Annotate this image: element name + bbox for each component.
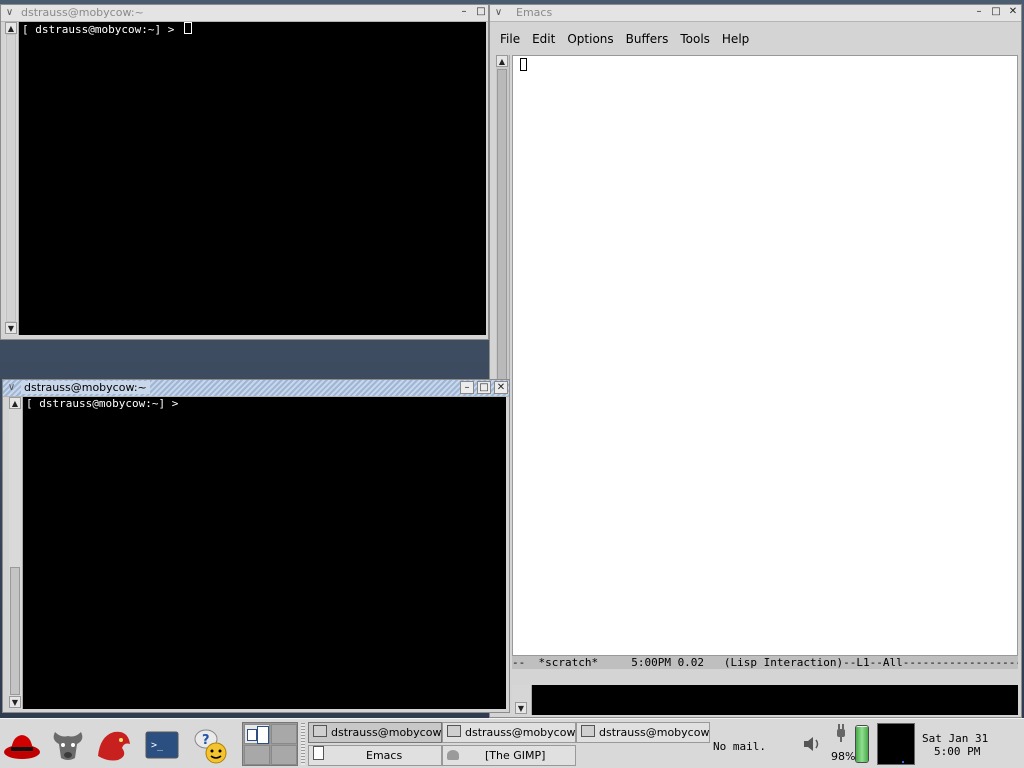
terminal-icon[interactable]: >_ (142, 725, 182, 765)
maximize-icon[interactable]: □ (477, 381, 491, 394)
emacs-menubar: File Edit Options Buffers Tools Help (494, 25, 1017, 53)
redhat-menu-icon[interactable] (2, 725, 42, 765)
emacs-minibuffer[interactable] (532, 685, 1018, 715)
terminal-icon (447, 725, 461, 737)
task-terminal-3[interactable]: dstrauss@mobycow:~ (576, 722, 710, 743)
scroll-thumb[interactable] (6, 34, 16, 322)
maximize-icon[interactable]: □ (474, 6, 488, 19)
power-plug-icon (834, 723, 848, 746)
terminal-icon (313, 725, 327, 737)
window-menu-icon[interactable]: ∨ (5, 381, 18, 394)
task-label: dstrauss@mobycow:~ (331, 726, 442, 739)
help-icon[interactable]: ? (190, 725, 230, 765)
menu-options[interactable]: Options (561, 32, 619, 46)
workspace-1[interactable] (244, 724, 270, 744)
task-terminal-1[interactable]: dstrauss@mobycow:~ (308, 722, 442, 743)
gnome-panel: >_ ? dstrauss@mobycow:~ dstrauss@mobycow… (0, 718, 1024, 768)
volume-icon[interactable] (802, 736, 822, 755)
mail-status[interactable]: No mail. (713, 740, 766, 753)
tasklist-handle[interactable] (301, 723, 305, 765)
emacs-window[interactable]: ∨ Emacs – □ ✕ File Edit Options Buffers … (489, 4, 1022, 718)
titlebar[interactable]: ∨ dstrauss@mobycow:~ – □ ✕ (3, 380, 509, 397)
system-monitor[interactable] (877, 723, 915, 765)
minimize-icon[interactable]: – (460, 381, 474, 394)
terminal-prompt: [ dstrauss@mobycow:~] > (22, 23, 181, 36)
emacs-buffer[interactable] (512, 55, 1018, 656)
minimize-icon[interactable]: – (972, 6, 986, 19)
minimize-icon[interactable]: – (457, 6, 471, 19)
scrollbar[interactable]: ▲ ▼ (5, 22, 19, 335)
task-label: dstrauss@mobycow:~ (465, 726, 576, 739)
window-title: dstrauss@mobycow:~ (21, 6, 144, 19)
scroll-up-arrow-icon[interactable]: ▲ (9, 397, 21, 409)
terminal-screen[interactable]: [ dstrauss@mobycow:~] > (23, 397, 506, 709)
close-icon[interactable]: ✕ (1006, 6, 1020, 19)
clock-date[interactable]: Sat Jan 31 (922, 732, 988, 745)
workspace-2[interactable] (271, 724, 297, 744)
scroll-up-arrow-icon[interactable]: ▲ (5, 22, 17, 34)
menu-file[interactable]: File (494, 32, 526, 46)
battery-icon[interactable] (855, 725, 869, 763)
terminal-screen[interactable]: [ dstrauss@mobycow:~] > (19, 22, 486, 335)
mozilla-icon[interactable] (94, 725, 134, 765)
battery-percent: 98% (831, 750, 856, 763)
window-menu-icon[interactable]: ∨ (492, 6, 505, 19)
menu-buffers[interactable]: Buffers (620, 32, 675, 46)
scroll-down-arrow-icon[interactable]: ▼ (515, 702, 527, 714)
gimp-icon (447, 750, 459, 760)
menu-help[interactable]: Help (716, 32, 755, 46)
task-gimp[interactable]: [The GIMP] (442, 745, 576, 766)
terminal-window-top[interactable]: ∨ dstrauss@mobycow:~ – □ ▲ ▼ [ dstrauss@… (0, 4, 489, 340)
workspace-3[interactable] (244, 745, 270, 765)
scroll-up-arrow-icon[interactable]: ▲ (496, 55, 508, 67)
titlebar[interactable]: ∨ Emacs – □ ✕ (490, 5, 1021, 22)
workspace-pager[interactable] (242, 722, 298, 766)
menu-edit[interactable]: Edit (526, 32, 561, 46)
titlebar[interactable]: ∨ dstrauss@mobycow:~ – □ (1, 5, 488, 22)
close-icon[interactable]: ✕ (494, 381, 508, 394)
task-terminal-2[interactable]: dstrauss@mobycow:~ (442, 722, 576, 743)
window-menu-icon[interactable]: ∨ (3, 6, 16, 19)
window-title: Emacs (516, 6, 553, 19)
task-emacs[interactable]: Emacs (308, 745, 442, 766)
workspace-4[interactable] (271, 745, 297, 765)
minibuffer-scrollbar[interactable]: ▼ (512, 685, 532, 715)
task-label: [The GIMP] (485, 749, 546, 762)
menu-tools[interactable]: Tools (674, 32, 716, 46)
svg-text:>_: >_ (151, 740, 164, 751)
text-cursor (183, 22, 192, 34)
scroll-thumb[interactable] (10, 567, 20, 695)
scroll-down-arrow-icon[interactable]: ▼ (9, 696, 21, 708)
scrollbar[interactable]: ▲ ▼ (9, 397, 23, 709)
emacs-modeline: -- *scratch* 5:00PM 0.02 (Lisp Interacti… (512, 656, 1018, 669)
text-cursor (520, 58, 527, 71)
terminal-prompt: [ dstrauss@mobycow:~] > (26, 397, 179, 410)
terminal-icon (581, 725, 595, 737)
scroll-down-arrow-icon[interactable]: ▼ (5, 322, 17, 334)
gnome-foot-icon[interactable] (48, 725, 88, 765)
maximize-icon[interactable]: □ (989, 6, 1003, 19)
task-label: dstrauss@mobycow:~ (599, 726, 710, 739)
clock-time[interactable]: 5:00 PM (934, 745, 980, 758)
window-title: dstrauss@mobycow:~ (21, 381, 150, 394)
task-label: Emacs (366, 749, 403, 762)
document-icon (313, 746, 324, 760)
terminal-window-bottom[interactable]: ∨ dstrauss@mobycow:~ – □ ✕ ▲ ▼ [ dstraus… (2, 379, 510, 713)
battery-fill (856, 726, 868, 762)
